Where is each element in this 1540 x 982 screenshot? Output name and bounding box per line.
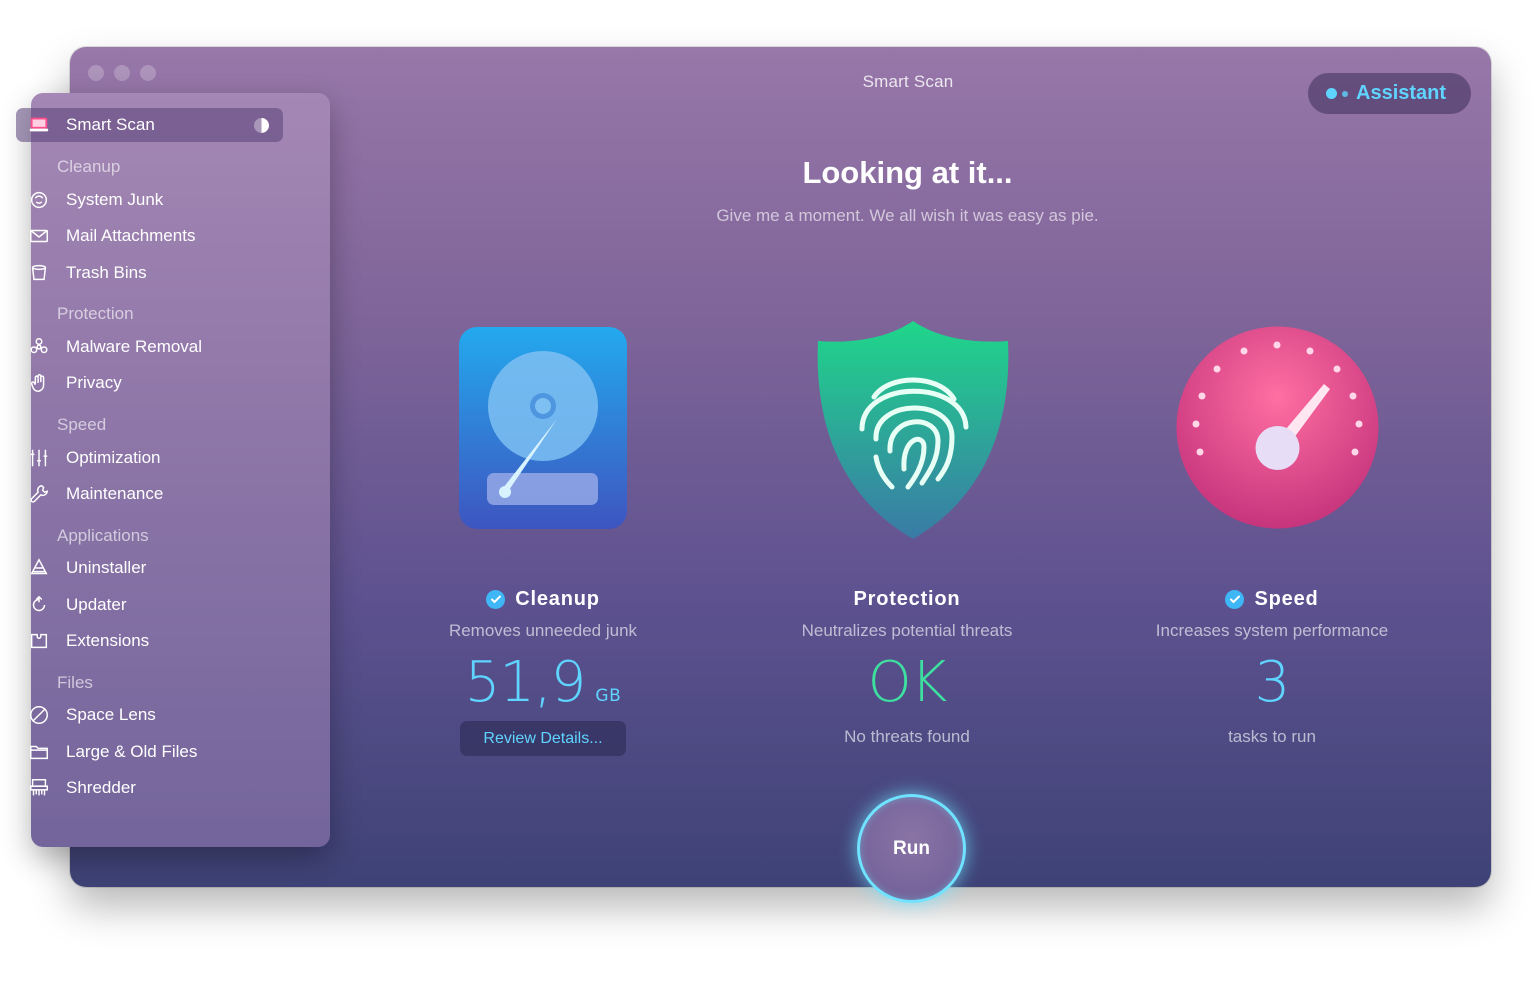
protection-title-label: Protection	[853, 587, 961, 610]
protection-description: Neutralizes potential threats	[801, 621, 1013, 640]
sidebar-item-label: Large & Old Files	[66, 742, 198, 761]
progress-indicator-icon	[254, 118, 269, 133]
sidebar-section-speed: Speed	[57, 415, 107, 434]
close-window-button[interactable]	[88, 65, 104, 81]
window-title: Smart Scan	[862, 72, 954, 91]
uninstaller-icon	[27, 556, 51, 580]
sidebar-item-malware-removal[interactable]: Malware Removal	[16, 330, 283, 364]
page-subtitle: Give me a moment. We all wish it was eas…	[716, 206, 1099, 225]
speed-card: Speed Increases system performance 3 tas…	[1117, 585, 1427, 747]
protection-footer: No threats found	[844, 727, 970, 746]
sidebar-item-label: Trash Bins	[66, 263, 147, 282]
sidebar-item-system-junk[interactable]: System Junk	[16, 183, 283, 217]
speed-value: 3	[1254, 650, 1291, 715]
sidebar-section-files: Files	[57, 673, 93, 692]
cleanup-title: Cleanup	[388, 585, 698, 613]
sidebar-item-label: Space Lens	[66, 705, 156, 724]
speed-description: Increases system performance	[1155, 621, 1389, 640]
sidebar-item-label: Shredder	[66, 778, 136, 797]
extensions-icon	[27, 629, 51, 653]
monitor-icon	[27, 113, 51, 137]
window-controls	[88, 65, 156, 81]
cleanup-value-unit: GB	[595, 686, 622, 706]
speed-title-label: Speed	[1254, 587, 1319, 610]
check-icon	[1225, 589, 1245, 609]
protection-value: OK	[867, 650, 948, 715]
review-details-button[interactable]: Review Details...	[460, 721, 626, 756]
hand-icon	[27, 371, 51, 395]
sidebar-item-label: Smart Scan	[66, 115, 155, 134]
sidebar-item-extensions[interactable]: Extensions	[16, 624, 283, 658]
cleanup-card: Cleanup Removes unneeded junk 51,9 GB Rev…	[388, 585, 698, 756]
sidebar-item-updater[interactable]: Updater	[16, 588, 283, 622]
sidebar-item-space-lens[interactable]: Space Lens	[16, 698, 283, 732]
speed-title: Speed	[1117, 585, 1427, 613]
sidebar-item-smart-scan[interactable]: Smart Scan	[16, 108, 283, 142]
cleanup-value-number: 51,9	[464, 650, 587, 715]
page-title: Looking at it...	[802, 155, 1013, 190]
sidebar-item-large-old-files[interactable]: Large & Old Files	[16, 735, 283, 769]
cleanup-value: 51,9 GB	[388, 653, 698, 713]
assistant-button[interactable]: Assistant	[1308, 73, 1471, 114]
assistant-label: Assistant	[1356, 82, 1447, 104]
shredder-icon	[27, 776, 51, 800]
assistant-dots-icon	[1326, 88, 1348, 99]
sidebar-item-trash-bins[interactable]: Trash Bins	[16, 256, 283, 290]
updater-icon	[27, 593, 51, 617]
protection-title: Protection	[752, 585, 1062, 613]
sidebar-section-cleanup: Cleanup	[57, 157, 121, 176]
sidebar-item-privacy[interactable]: Privacy	[16, 366, 283, 400]
sidebar-item-maintenance[interactable]: Maintenance	[16, 477, 283, 511]
sidebar-item-label: Mail Attachments	[66, 226, 196, 245]
sidebar-item-uninstaller[interactable]: Uninstaller	[16, 551, 283, 585]
hard-drive-icon	[459, 327, 627, 529]
sidebar-item-label: Maintenance	[66, 484, 164, 503]
speedometer-icon	[1176, 326, 1379, 529]
space-lens-icon	[27, 703, 51, 727]
sidebar-item-label: System Junk	[66, 190, 164, 209]
sidebar-item-label: Optimization	[66, 448, 161, 467]
trash-icon	[27, 261, 51, 285]
cleanup-title-label: Cleanup	[515, 587, 600, 610]
check-icon	[486, 589, 506, 609]
minimize-window-button[interactable]	[114, 65, 130, 81]
sidebar-item-label: Extensions	[66, 631, 150, 650]
sidebar-section-applications: Applications	[57, 526, 149, 545]
biohazard-icon	[27, 335, 51, 359]
sidebar-section-protection: Protection	[57, 304, 134, 323]
sidebar-item-label: Malware Removal	[66, 337, 203, 356]
cleanup-description: Removes unneeded junk	[448, 621, 638, 640]
zoom-window-button[interactable]	[140, 65, 156, 81]
sidebar-item-mail-attachments[interactable]: Mail Attachments	[16, 219, 283, 253]
mail-icon	[27, 224, 51, 248]
wrench-icon	[27, 482, 51, 506]
run-button[interactable]: Run	[857, 794, 966, 903]
sidebar-item-label: Uninstaller	[66, 558, 147, 577]
sidebar-item-label: Privacy	[66, 373, 122, 392]
sliders-icon	[27, 446, 51, 470]
sidebar-item-label: Updater	[66, 595, 127, 614]
speed-footer: tasks to run	[1228, 727, 1316, 746]
junk-icon	[27, 188, 51, 212]
folder-icon	[27, 740, 51, 764]
sidebar-item-optimization[interactable]: Optimization	[16, 441, 283, 475]
sidebar-item-shredder[interactable]: Shredder	[16, 771, 283, 805]
shield-fingerprint-icon	[817, 321, 1009, 539]
protection-card: Protection Neutralizes potential threats…	[752, 585, 1062, 747]
